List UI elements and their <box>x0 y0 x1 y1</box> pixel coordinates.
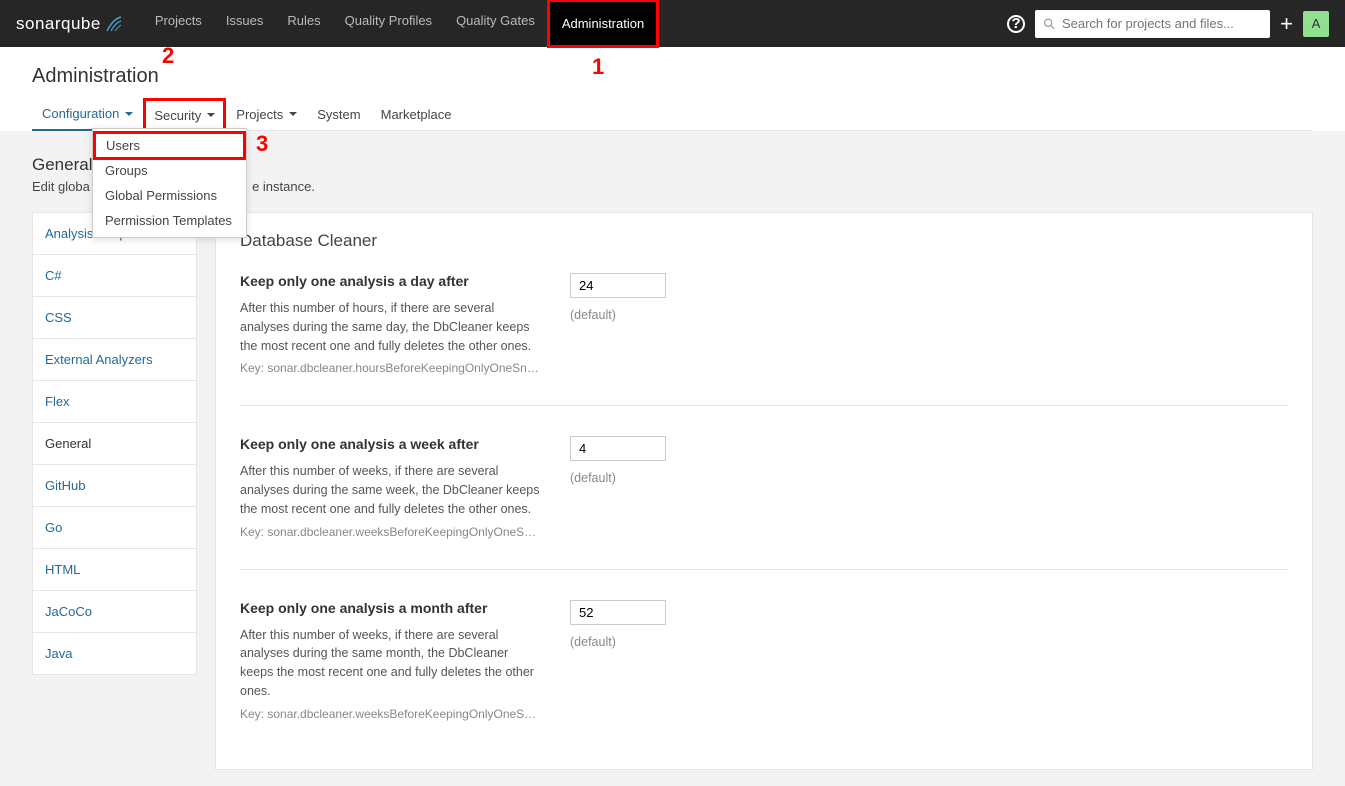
nav-issues[interactable]: Issues <box>214 0 276 48</box>
setting-key: Key: sonar.dbcleaner.weeksBeforeKeepingO… <box>240 525 540 539</box>
nav-administration[interactable]: Administration <box>550 2 656 45</box>
cat-flex[interactable]: Flex <box>32 380 197 422</box>
search-box[interactable] <box>1035 10 1270 38</box>
topnav: sonarqube Projects Issues Rules Quality … <box>0 0 1345 47</box>
search-input[interactable] <box>1062 16 1262 31</box>
cat-go[interactable]: Go <box>32 506 197 548</box>
tab-marketplace[interactable]: Marketplace <box>371 98 462 130</box>
cat-general[interactable]: General <box>32 422 197 464</box>
setting-key: Key: sonar.dbcleaner.hoursBeforeKeepingO… <box>240 361 540 375</box>
chevron-down-icon <box>207 113 215 117</box>
cat-css[interactable]: CSS <box>32 296 197 338</box>
section-desc-suffix: e instance. <box>252 179 315 194</box>
annotation-number-3: 3 <box>256 131 268 157</box>
search-icon <box>1043 17 1056 31</box>
tab-security-label: Security <box>154 108 201 123</box>
nav-quality-profiles[interactable]: Quality Profiles <box>333 0 444 48</box>
tab-configuration[interactable]: Configuration <box>32 98 143 131</box>
setting-title: Keep only one analysis a week after <box>240 436 540 452</box>
panel-heading: Database Cleaner <box>240 231 1288 251</box>
setting-default-label: (default) <box>570 308 666 322</box>
setting-desc: After this number of weeks, if there are… <box>240 462 540 518</box>
chevron-down-icon <box>125 112 133 116</box>
admin-subnav: Configuration Security Projects System M… <box>32 98 1313 131</box>
dropdown-groups[interactable]: Groups <box>93 158 246 183</box>
dropdown-permission-templates[interactable]: Permission Templates <box>93 208 246 233</box>
dropdown-users[interactable]: Users <box>93 131 246 160</box>
nav-quality-gates[interactable]: Quality Gates <box>444 0 547 48</box>
logo-text: sonarqube <box>16 14 101 34</box>
page-title: Administration <box>32 65 1313 88</box>
settings-panel: Database Cleaner Keep only one analysis … <box>215 212 1313 770</box>
tab-projects-label: Projects <box>236 107 283 122</box>
cat-github[interactable]: GitHub <box>32 464 197 506</box>
setting-default-label: (default) <box>570 635 666 649</box>
avatar[interactable]: A <box>1303 11 1329 37</box>
cat-html[interactable]: HTML <box>32 548 197 590</box>
setting-desc: After this number of hours, if there are… <box>240 299 540 355</box>
annotation-box-1: Administration <box>547 0 659 48</box>
topnav-right: ? + A <box>1007 10 1329 38</box>
help-icon[interactable]: ? <box>1007 15 1025 33</box>
cat-jacoco[interactable]: JaCoCo <box>32 590 197 632</box>
chevron-down-icon <box>289 112 297 116</box>
setting-desc: After this number of weeks, if there are… <box>240 626 540 701</box>
dropdown-global-permissions[interactable]: Global Permissions <box>93 183 246 208</box>
setting-default-label: (default) <box>570 471 666 485</box>
nav-projects[interactable]: Projects <box>143 0 214 48</box>
admin-header: 2 Administration Configuration Security … <box>0 47 1345 131</box>
security-dropdown: Users Groups Global Permissions Permissi… <box>92 128 247 238</box>
section-desc-prefix: Edit globa <box>32 179 90 194</box>
nav-rules[interactable]: Rules <box>275 0 332 48</box>
setting-input[interactable] <box>570 436 666 461</box>
setting-title: Keep only one analysis a month after <box>240 600 540 616</box>
setting-title: Keep only one analysis a day after <box>240 273 540 289</box>
logo-waves-icon <box>105 15 125 33</box>
setting-input[interactable] <box>570 273 666 298</box>
topnav-menu: Projects Issues Rules Quality Profiles Q… <box>143 0 659 48</box>
create-button[interactable]: + <box>1280 11 1293 37</box>
setting-row: Keep only one analysis a week after Afte… <box>240 436 1288 569</box>
setting-row: Keep only one analysis a day after After… <box>240 273 1288 406</box>
cat-external-analyzers[interactable]: External Analyzers <box>32 338 197 380</box>
cat-csharp[interactable]: C# <box>32 254 197 296</box>
tab-configuration-label: Configuration <box>42 106 119 121</box>
annotation-number-2: 2 <box>162 43 174 69</box>
tab-projects[interactable]: Projects <box>226 98 307 130</box>
tab-system[interactable]: System <box>307 98 370 130</box>
setting-key: Key: sonar.dbcleaner.weeksBeforeKeepingO… <box>240 707 540 721</box>
settings-layout: Analysis Scope C# CSS External Analyzers… <box>32 212 1313 770</box>
category-sidebar: Analysis Scope C# CSS External Analyzers… <box>32 212 197 770</box>
setting-row: Keep only one analysis a month after Aft… <box>240 600 1288 751</box>
setting-input[interactable] <box>570 600 666 625</box>
cat-java[interactable]: Java <box>32 632 197 675</box>
tab-security[interactable]: Security <box>143 98 226 132</box>
logo[interactable]: sonarqube <box>16 14 125 34</box>
